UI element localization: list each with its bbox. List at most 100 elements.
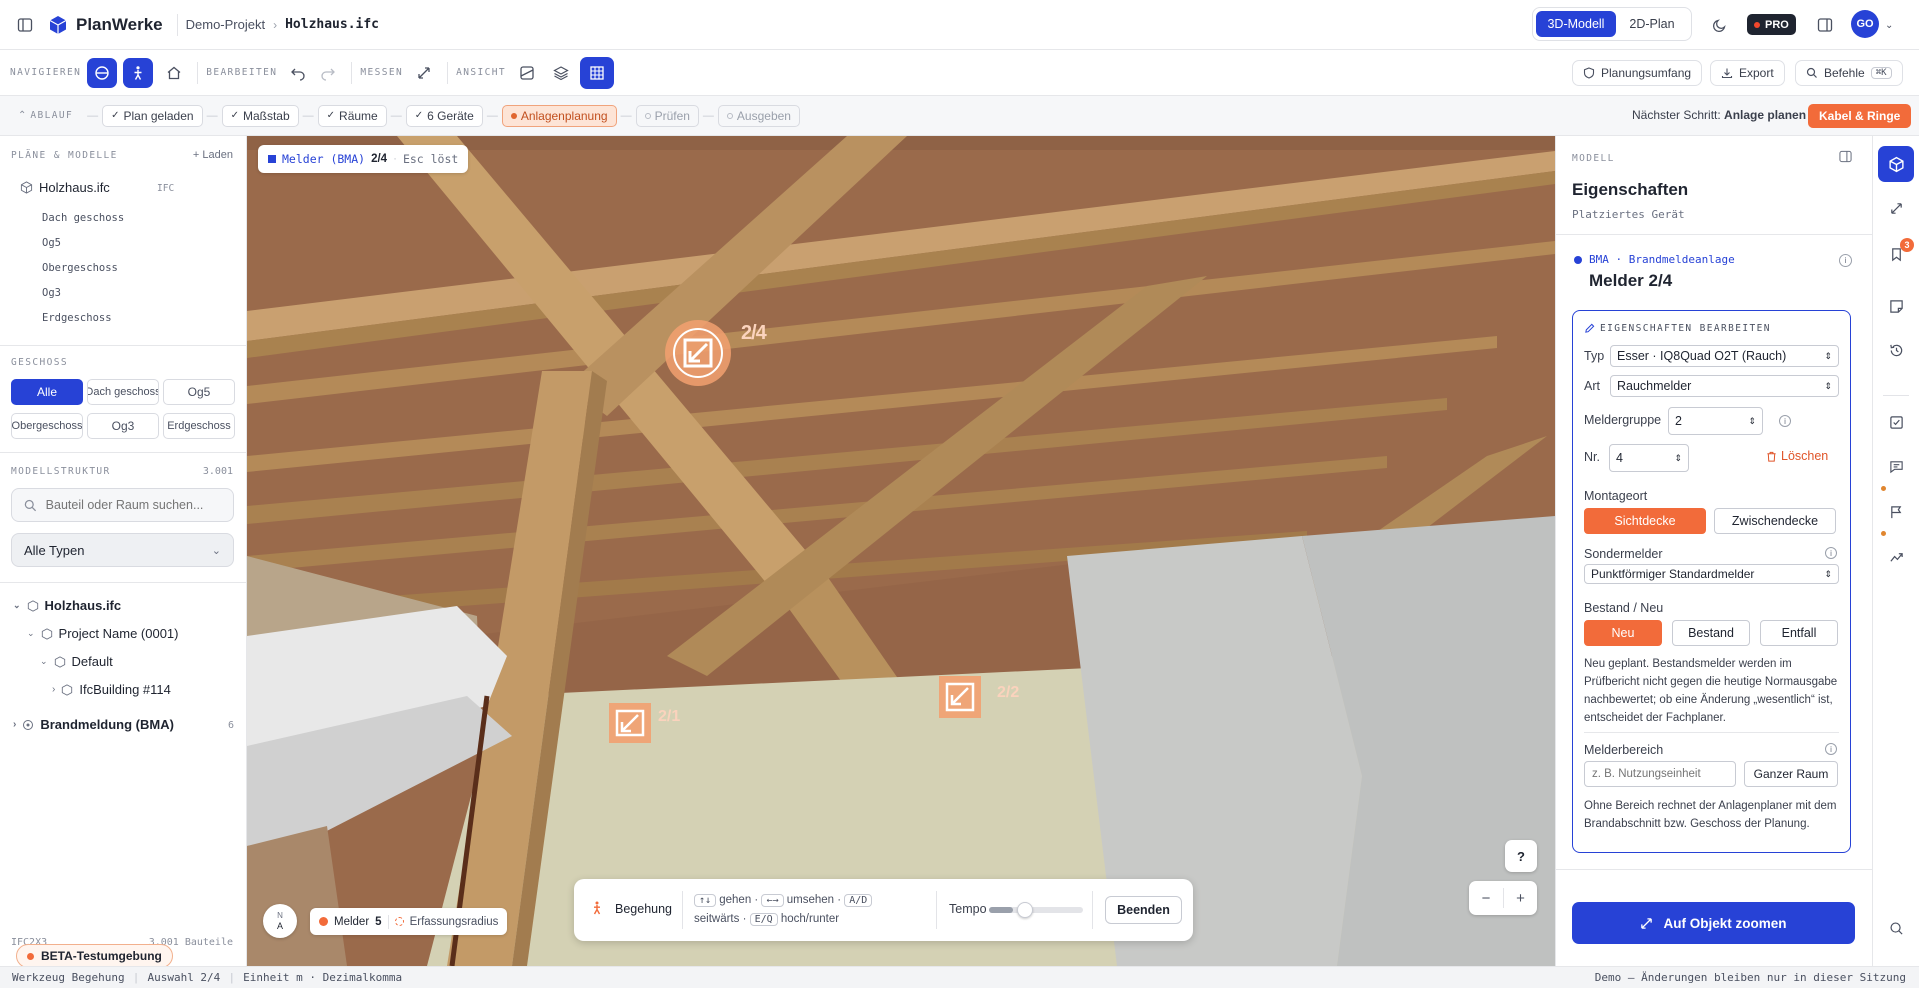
radius-label[interactable]: Erfassungsradius xyxy=(410,916,499,928)
floor-og5-button[interactable]: Og5 xyxy=(163,379,235,405)
detector-marker[interactable] xyxy=(608,702,652,747)
level-item[interactable]: Og3 xyxy=(42,287,61,299)
chevron-right-icon[interactable]: › xyxy=(13,719,16,730)
group-stepper[interactable]: 2 ⇕ xyxy=(1668,407,1763,435)
step-plan-loaded[interactable]: ✓ Plan geladen xyxy=(102,104,203,127)
layers-icon[interactable] xyxy=(546,58,576,88)
whole-room-button[interactable]: Ganzer Raum xyxy=(1744,761,1838,787)
info-icon[interactable]: i xyxy=(1825,547,1837,559)
measure-icon[interactable] xyxy=(409,58,439,88)
search-box[interactable] xyxy=(11,488,234,522)
tree-root[interactable]: ⌄ Holzhaus.ifc xyxy=(13,598,121,613)
level-item[interactable]: Obergeschoss xyxy=(42,262,118,274)
search-input[interactable] xyxy=(45,498,221,512)
panel-toggle-icon[interactable] xyxy=(1810,10,1840,40)
section-plane-icon[interactable] xyxy=(512,58,542,88)
step-scale[interactable]: ✓ Maßstab xyxy=(221,104,299,127)
stepper-icon[interactable]: ⇕ xyxy=(1674,453,1682,464)
user-avatar[interactable]: GO xyxy=(1851,10,1879,38)
comments-rail-button[interactable] xyxy=(1880,450,1912,482)
zoom-to-object-button[interactable]: Auf Objekt zoomen xyxy=(1572,902,1855,944)
floor-roof-button[interactable]: Dach geschoss xyxy=(87,379,159,405)
breadcrumb-project[interactable]: Demo-Projekt xyxy=(186,17,265,32)
step-check[interactable]: Prüfen xyxy=(635,104,699,127)
floor-upper-button[interactable]: Obergeschoss xyxy=(11,413,83,439)
state-new[interactable]: Neu xyxy=(1584,620,1662,646)
export-button[interactable]: Export xyxy=(1710,60,1785,86)
notes-rail-button[interactable] xyxy=(1880,290,1912,322)
mount-suspended-ceiling[interactable]: Zwischendecke xyxy=(1714,508,1836,534)
search-rail-button[interactable] xyxy=(1880,912,1912,944)
step-devices[interactable]: ✓ 6 Geräte xyxy=(405,104,483,127)
detector-icon xyxy=(609,703,651,743)
nr-stepper[interactable]: 4 ⇕ xyxy=(1609,444,1689,472)
analytics-rail-button[interactable] xyxy=(1880,541,1912,573)
detector-marker[interactable] xyxy=(938,675,982,722)
level-item[interactable]: Dach geschoss xyxy=(42,212,124,224)
commands-button[interactable]: Befehle ⌘K xyxy=(1795,60,1903,86)
floor-ground-button[interactable]: Erdgeschoss xyxy=(163,413,235,439)
tempo-knob[interactable] xyxy=(1016,902,1033,918)
redo-icon[interactable] xyxy=(313,58,343,88)
measure-rail-button[interactable] xyxy=(1880,192,1912,224)
level-item[interactable]: Og5 xyxy=(42,237,61,249)
model-rail-button[interactable] xyxy=(1878,146,1914,182)
info-icon[interactable]: i xyxy=(1839,254,1852,267)
tempo-slider[interactable] xyxy=(989,902,1083,918)
load-link[interactable]: + Laden xyxy=(193,149,233,161)
grid-icon[interactable] xyxy=(579,56,614,89)
state-existing[interactable]: Bestand xyxy=(1672,620,1750,646)
chevron-down-icon[interactable]: ⌄ xyxy=(40,656,48,667)
step-system-planning[interactable]: Anlagenplanung xyxy=(501,104,617,127)
type-select[interactable]: Esser · IQ8Quad O2T (Rauch) ⇕ xyxy=(1610,345,1839,367)
level-item[interactable]: Erdgeschoss xyxy=(42,312,112,324)
zoom-out-button[interactable]: − xyxy=(1469,890,1503,907)
model-file-item[interactable]: Holzhaus.ifc xyxy=(20,180,110,195)
home-icon[interactable] xyxy=(159,58,189,88)
chevron-down-icon[interactable]: ⌄ xyxy=(1885,20,1893,31)
info-icon[interactable]: i xyxy=(1825,743,1837,755)
step-rooms[interactable]: ✓ Räume xyxy=(317,104,387,127)
flag-rail-button[interactable] xyxy=(1880,496,1912,528)
delete-button[interactable]: Löschen xyxy=(1766,449,1828,463)
orbit-icon[interactable] xyxy=(87,57,118,88)
area-input[interactable] xyxy=(1584,761,1736,787)
end-walk-button[interactable]: Beenden xyxy=(1105,896,1182,924)
3d-viewport[interactable]: Melder (BMA) 2/4 · Esc löst 2/4 2/1 2/2 … xyxy=(247,136,1555,966)
info-icon[interactable]: i xyxy=(1779,415,1791,427)
chevron-down-icon[interactable]: ⌄ xyxy=(27,628,35,639)
radius-icon xyxy=(394,917,404,926)
next-step-button[interactable]: Kabel & Ringe xyxy=(1808,104,1912,128)
kind-select[interactable]: Rauchmelder ⇕ xyxy=(1610,375,1839,397)
checklist-rail-button[interactable] xyxy=(1880,406,1912,438)
floor-og3-button[interactable]: Og3 xyxy=(87,413,159,439)
tree-default[interactable]: ⌄ Default xyxy=(40,654,113,669)
compass[interactable]: N A xyxy=(263,904,297,938)
floor-all-button[interactable]: Alle xyxy=(11,379,83,405)
zoom-in-button[interactable]: + xyxy=(1504,890,1537,907)
detector-marker[interactable] xyxy=(663,318,743,398)
panel-collapse-icon[interactable] xyxy=(1839,150,1852,166)
undo-icon[interactable] xyxy=(283,58,313,88)
step-output[interactable]: Ausgeben xyxy=(717,104,800,127)
stepper-icon[interactable]: ⇕ xyxy=(1748,416,1756,427)
planning-scope-button[interactable]: Planungsumfang xyxy=(1572,60,1703,86)
sidebar-toggle-icon[interactable] xyxy=(10,10,40,40)
special-select[interactable]: Punktförmiger Standardmelder ⇕ xyxy=(1584,564,1839,584)
tree-project[interactable]: ⌄ Project Name (0001) xyxy=(27,626,179,641)
type-select[interactable]: Alle Typen ⌄ xyxy=(11,533,234,567)
tree-building[interactable]: › IfcBuilding #114 xyxy=(52,682,171,697)
view-3d-button[interactable]: 3D-Modell xyxy=(1536,11,1616,37)
chevron-right-icon[interactable]: › xyxy=(52,684,55,695)
view-2d-button[interactable]: 2D-Plan xyxy=(1616,11,1688,37)
chevron-up-icon[interactable]: ⌃ xyxy=(18,110,26,121)
state-removed[interactable]: Entfall xyxy=(1760,620,1838,646)
chevron-down-icon[interactable]: ⌄ xyxy=(13,600,21,611)
dark-mode-icon[interactable] xyxy=(1705,10,1735,40)
tree-bma[interactable]: › Brandmeldung (BMA) xyxy=(13,717,174,732)
legend-label: Melder xyxy=(334,915,370,928)
help-button[interactable]: ? xyxy=(1505,840,1537,872)
walk-icon[interactable] xyxy=(123,57,154,88)
mount-visible-ceiling[interactable]: Sichtdecke xyxy=(1584,508,1706,534)
history-rail-button[interactable] xyxy=(1880,334,1912,366)
